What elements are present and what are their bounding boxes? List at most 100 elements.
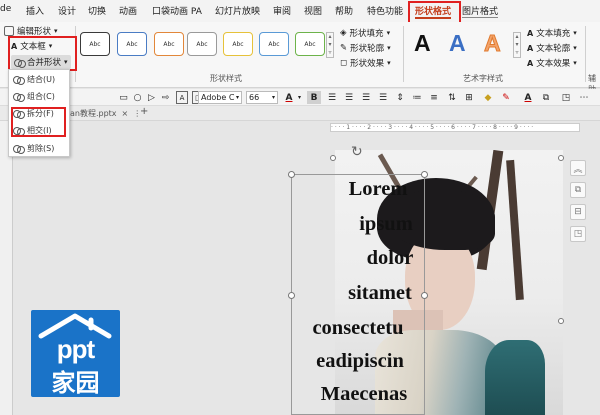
merge-combine-item[interactable]: 组合(C) (13, 91, 55, 102)
resize-handle-left[interactable] (288, 292, 295, 299)
shape-style-preset-5[interactable]: Abc (223, 32, 253, 56)
close-tab-icon[interactable]: × (122, 109, 129, 118)
shape-effects-button[interactable]: ◻ 形状效果 ▾ (340, 57, 391, 69)
arrange-icon[interactable]: ⧉ (540, 91, 552, 104)
align-right-icon[interactable]: ☰ (360, 91, 372, 104)
tab-slideshow[interactable]: 幻灯片放映 (215, 4, 260, 17)
photo-handle-top-left[interactable] (330, 155, 336, 161)
text-effects-button[interactable]: A 文本效果 ▾ (527, 57, 577, 70)
shape-style-preset-2[interactable]: Abc (117, 32, 147, 56)
paint-bucket-icon: ◈ (340, 28, 347, 38)
text-color-button[interactable]: A (283, 91, 295, 104)
align-center-icon[interactable]: ☰ (343, 91, 355, 104)
collapse-panel-button[interactable]: ︽ (570, 160, 586, 176)
resize-handle-top-left[interactable] (288, 171, 295, 178)
pen-icon: ✎ (340, 43, 348, 53)
document-tab[interactable]: an教程.pptx × ⋮ (70, 107, 141, 120)
chevron-down-icon: ▾ (271, 94, 275, 101)
layout-options-button[interactable]: ⧉ (570, 182, 586, 198)
tab-picture-format[interactable]: 图片格式 (462, 4, 498, 17)
justify-icon[interactable]: ☰ (377, 91, 389, 104)
font-color-button[interactable]: A (522, 91, 534, 104)
wordart-gallery-scroll[interactable]: ▴ ▾ ▿ (513, 32, 521, 58)
text-outline-icon: A (527, 43, 534, 53)
crop-options-button[interactable]: ⊟ (570, 204, 586, 220)
slide-text-line: Lorem (348, 178, 408, 200)
tab-insert[interactable]: 插入 (26, 4, 44, 17)
shape-fill-icon[interactable]: ◆ (482, 91, 494, 104)
quick-styles-icon[interactable]: ◳ (560, 91, 572, 104)
shape-style-preset-3[interactable]: Abc (154, 32, 184, 56)
rectangle-shape-icon[interactable]: ▭ (118, 91, 129, 104)
wordart-group-label: 艺术字样式 (463, 74, 503, 83)
jacket-shape (485, 340, 545, 415)
tab-design-partial[interactable]: de (0, 4, 11, 14)
merge-union-item[interactable]: 结合(U) (13, 74, 55, 85)
slide-text-line: eadipiscin (316, 350, 404, 372)
chevron-down-icon: ▾ (573, 44, 577, 52)
merge-shapes-highlight-box (8, 36, 77, 71)
ribbon: 编辑形状 ▾ A 文本框 ▾ 合并形状 ▾ Abc Abc Abc Abc Ab… (0, 22, 600, 94)
shape-effects-label: 形状效果 (350, 59, 385, 69)
tab-transitions[interactable]: 切换 (88, 4, 106, 17)
shape-outline-label: 形状轮廓 (350, 44, 385, 54)
tab-view[interactable]: 视图 (304, 4, 322, 17)
text-fill-button[interactable]: A 文本填充 ▾ (527, 27, 577, 40)
shape-style-preset-7[interactable]: Abc (295, 32, 325, 56)
align-text-icon[interactable]: ⊞ (463, 91, 475, 104)
wordart-preset-orange[interactable]: A (484, 30, 502, 57)
chevron-down-icon: ▾ (387, 59, 391, 67)
slide-text-line: sitamet (348, 282, 412, 304)
combine-icon (13, 92, 25, 102)
union-icon (13, 75, 25, 85)
tab-special-features[interactable]: 特色功能 (367, 4, 403, 17)
merge-subtract-item[interactable]: 剪除(S) (13, 143, 54, 154)
align-left-icon[interactable]: ☰ (326, 91, 338, 104)
format-pane-button[interactable]: ◳ (570, 226, 586, 242)
shape-style-preset-1[interactable]: Abc (80, 32, 110, 56)
tab-pocket-animation[interactable]: 口袋动画 PA (152, 4, 202, 17)
triangle-shape-icon[interactable]: ▷ (146, 91, 157, 104)
slide-text-line: dolor (366, 247, 414, 269)
menu-item-label: 剪除(S) (27, 144, 55, 153)
effects-icon: ◻ (340, 58, 348, 68)
logo-text-top: ppt (56, 334, 95, 364)
shape-outline-button[interactable]: ✎ 形状轮廓 ▾ (340, 42, 391, 54)
shape-fill-button[interactable]: ◈ 形状填充 ▾ (340, 27, 390, 39)
tab-design[interactable]: 设计 (58, 4, 76, 17)
photo-handle-right[interactable] (558, 318, 564, 324)
tab-review[interactable]: 审阅 (273, 4, 291, 17)
pptjiayuan-logo: ppt 家园 (31, 310, 120, 397)
add-tab-icon[interactable]: + (140, 106, 148, 117)
tab-help[interactable]: 帮助 (335, 4, 353, 17)
arrow-shape-icon[interactable]: ⇨ (160, 91, 171, 104)
style-gallery-scroll[interactable]: ▴ ▾ ▿ (326, 32, 334, 58)
rotate-handle-icon[interactable]: ↻ (351, 144, 363, 160)
shape-style-preset-6[interactable]: Abc (259, 32, 289, 56)
chevron-down-icon[interactable]: ▾ (296, 91, 303, 104)
numbered-list-icon[interactable]: ≡ (428, 91, 440, 104)
highlight-pen-icon[interactable]: ✎ (500, 91, 512, 104)
vertical-ruler (0, 121, 13, 415)
photo-handle-top-right[interactable] (558, 155, 564, 161)
wordart-preset-blue[interactable]: A (449, 30, 466, 57)
line-spacing-icon[interactable]: ⇕ (394, 91, 406, 104)
picture-tab-underline (462, 17, 498, 18)
oval-shape-icon[interactable]: ○ (132, 91, 143, 104)
logo-text-bottom: 家园 (51, 369, 100, 397)
wordart-preset-black[interactable]: A (414, 30, 431, 57)
document-tab-filename: an教程.pptx (70, 109, 117, 118)
shape-style-preset-4[interactable]: Abc (187, 32, 217, 56)
bullet-list-icon[interactable]: ≔ (411, 91, 423, 104)
text-direction-icon[interactable]: ⇅ (446, 91, 458, 104)
resize-handle-top-right[interactable] (421, 171, 428, 178)
font-size-select[interactable]: 66 ▾ (246, 91, 278, 104)
more-options-icon[interactable]: ⋯ (578, 91, 590, 104)
bold-button[interactable]: B (307, 91, 321, 104)
text-effects-label: 文本效果 (536, 59, 571, 69)
tab-animations[interactable]: 动画 (119, 4, 137, 17)
text-outline-button[interactable]: A 文本轮廓 ▾ (527, 42, 577, 55)
textbox-shape-icon[interactable]: A (176, 91, 188, 104)
horizontal-ruler: · · · · 1 · · · · 2 · · · · 3 · · · · 4 … (330, 123, 580, 132)
font-name-select[interactable]: Adobe C ▾ (198, 91, 242, 104)
